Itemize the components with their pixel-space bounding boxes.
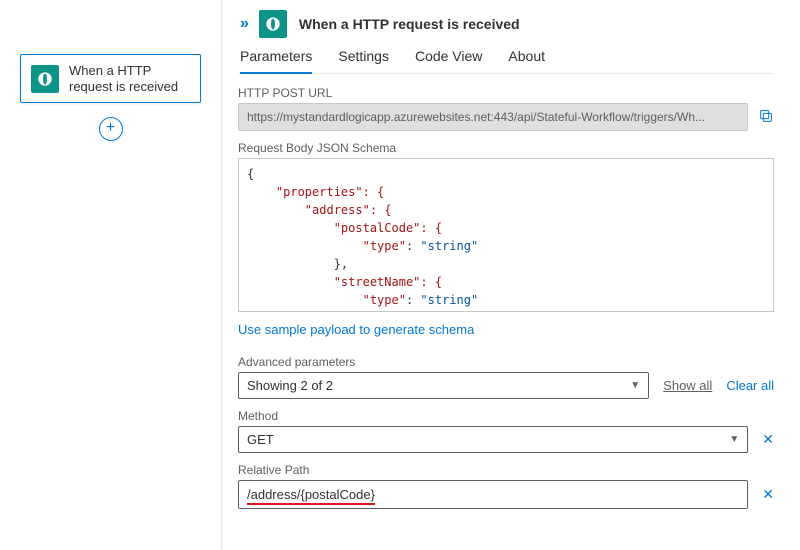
chevron-down-icon: ▼	[729, 434, 739, 445]
trigger-node[interactable]: When a HTTP request is received	[20, 54, 201, 103]
schema-editor[interactable]: { "properties": { "address": { "postalCo…	[238, 158, 774, 312]
show-all-link[interactable]: Show all	[663, 378, 712, 393]
advanced-select[interactable]: Showing 2 of 2 ▼	[238, 372, 649, 399]
advanced-select-value: Showing 2 of 2	[247, 378, 333, 393]
collapse-button[interactable]: »	[238, 15, 247, 33]
globe-icon	[31, 65, 59, 93]
canvas: When a HTTP request is received +	[0, 0, 221, 550]
remove-relpath-button[interactable]: ✕	[762, 486, 774, 503]
add-step-button[interactable]: +	[99, 117, 123, 141]
url-label: HTTP POST URL	[238, 86, 774, 100]
tab-bar: Parameters Settings Code View About	[238, 48, 774, 74]
tab-about[interactable]: About	[508, 48, 545, 73]
chevron-down-icon: ▼	[630, 380, 640, 391]
panel-title: When a HTTP request is received	[299, 16, 520, 32]
tab-settings[interactable]: Settings	[338, 48, 389, 73]
tab-code-view[interactable]: Code View	[415, 48, 482, 73]
http-post-url-field[interactable]: https://mystandardlogicapp.azurewebsites…	[238, 103, 748, 131]
clear-all-link[interactable]: Clear all	[726, 378, 774, 393]
relative-path-label: Relative Path	[238, 463, 774, 477]
remove-method-button[interactable]: ✕	[762, 431, 774, 448]
method-select[interactable]: GET ▼	[238, 426, 748, 453]
details-panel: » When a HTTP request is received Parame…	[222, 0, 800, 550]
method-label: Method	[238, 409, 774, 423]
trigger-node-label: When a HTTP request is received	[69, 63, 190, 94]
globe-icon	[259, 10, 287, 38]
schema-label: Request Body JSON Schema	[238, 141, 774, 155]
method-select-value: GET	[247, 432, 274, 447]
sample-payload-link[interactable]: Use sample payload to generate schema	[238, 322, 474, 337]
copy-icon[interactable]	[758, 108, 774, 127]
relative-path-input[interactable]: /address/{postalCode}	[238, 480, 748, 509]
advanced-label: Advanced parameters	[238, 355, 774, 369]
tab-parameters[interactable]: Parameters	[240, 48, 312, 74]
